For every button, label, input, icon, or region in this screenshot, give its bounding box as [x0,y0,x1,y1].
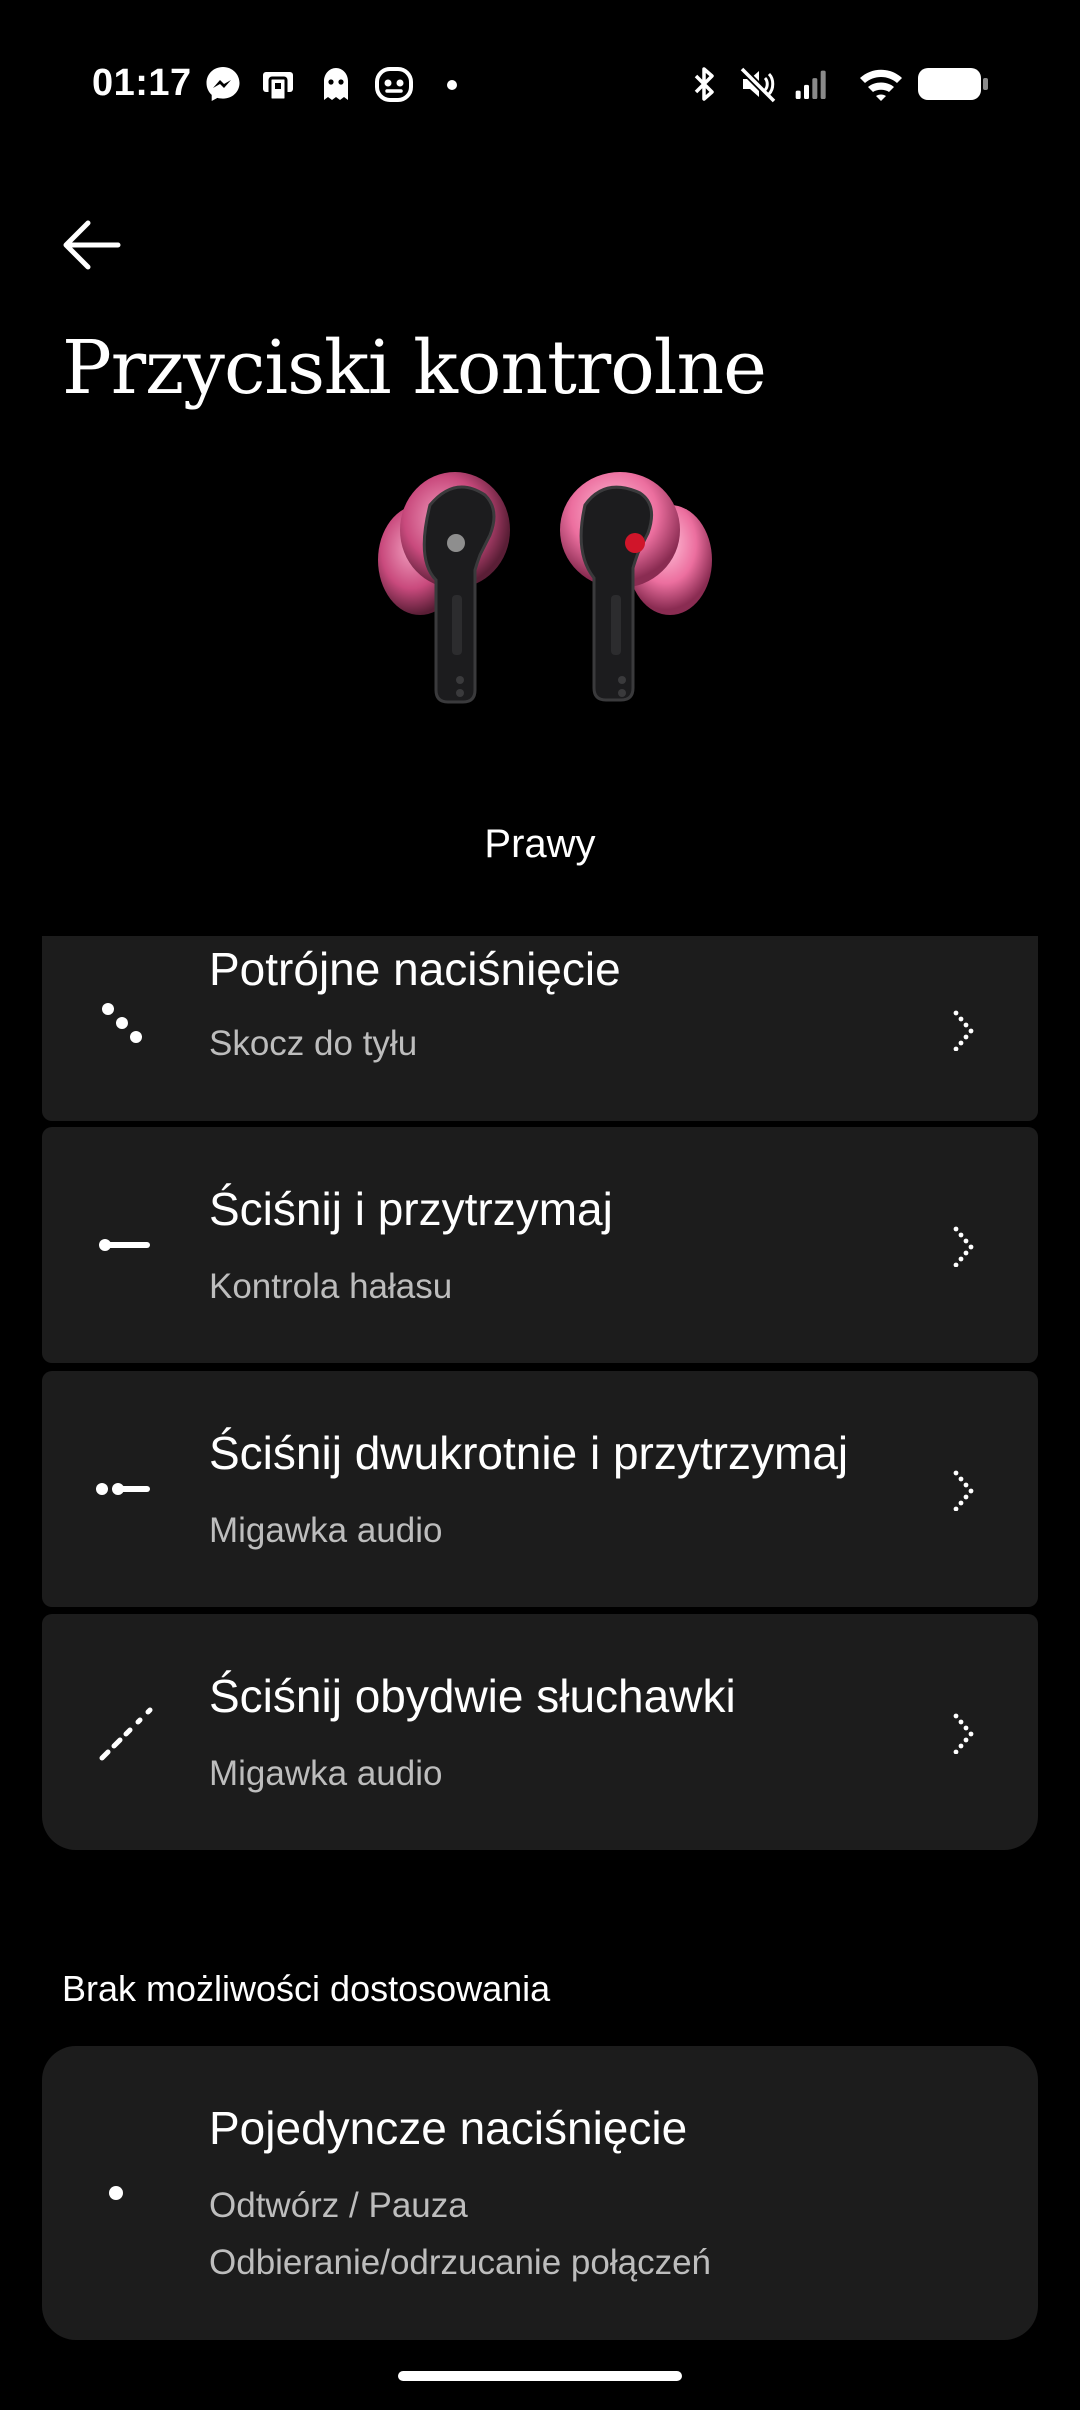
messenger-icon [206,67,240,101]
control-item-triple-press[interactable]: Potrójne naciśnięcie Skocz do tyłu [42,936,1038,1121]
control-item-squeeze-hold[interactable]: Ściśnij i przytrzymaj Kontrola hałasu [42,1127,1038,1363]
control-item-single-press: Pojedyncze naciśnięcie Odtwórz / Pauza O… [42,2046,1038,2340]
battery-icon [918,68,988,100]
control-item-double-squeeze-hold[interactable]: Ściśnij dwukrotnie i przytrzymaj Migawka… [42,1371,1038,1607]
control-subtitle: Odtwórz / Pauza [209,2186,468,2225]
control-title: Potrójne naciśnięcie [209,943,621,995]
chevron-right-icon [953,1713,974,1754]
single-press-icon [109,2186,123,2200]
double-squeeze-hold-icon [96,1483,150,1495]
status-bar: 01:17 [0,0,1080,175]
control-item-squeeze-both[interactable]: Ściśnij obydwie słuchawki Migawka audio [42,1614,1038,1850]
ghost-icon [324,68,348,100]
control-subtitle: Migawka audio [209,1511,443,1550]
control-title: Ściśnij dwukrotnie i przytrzymaj [209,1427,849,1479]
signal-icon [795,70,826,99]
earbud-side-label: Prawy [484,822,596,866]
home-indicator[interactable] [398,2371,682,2381]
wifi-icon [860,69,902,101]
mute-icon [739,66,777,104]
earbuds-image [378,472,712,704]
chevron-right-icon [953,1010,974,1051]
arrow-left-icon [63,220,121,270]
chevron-right-icon [953,1470,974,1511]
control-subtitle: Kontrola hałasu [209,1267,453,1306]
section-label: Brak możliwości dostosowania [62,1968,551,2009]
back-button[interactable] [58,215,128,275]
control-subtitle-secondary: Odbieranie/odrzucanie połączeń [209,2243,711,2282]
control-title: Pojedyncze naciśnięcie [209,2102,688,2154]
triple-press-icon [102,1002,142,1043]
control-subtitle: Skocz do tyłu [209,1024,418,1063]
squeeze-hold-icon [99,1239,150,1251]
page-title: Przyciski kontrolne [62,325,767,411]
control-subtitle: Migawka audio [209,1754,443,1793]
status-time: 01:17 [92,62,192,104]
squeeze-both-icon [99,1707,153,1761]
chevron-right-icon [953,1226,974,1267]
control-title: Ściśnij i przytrzymaj [209,1183,613,1235]
app-notification-icon [263,72,293,102]
bluetooth-icon [694,67,714,101]
control-title: Ściśnij obydwie słuchawki [209,1670,736,1722]
bot-face-icon [375,67,413,102]
notification-dot [447,80,457,90]
